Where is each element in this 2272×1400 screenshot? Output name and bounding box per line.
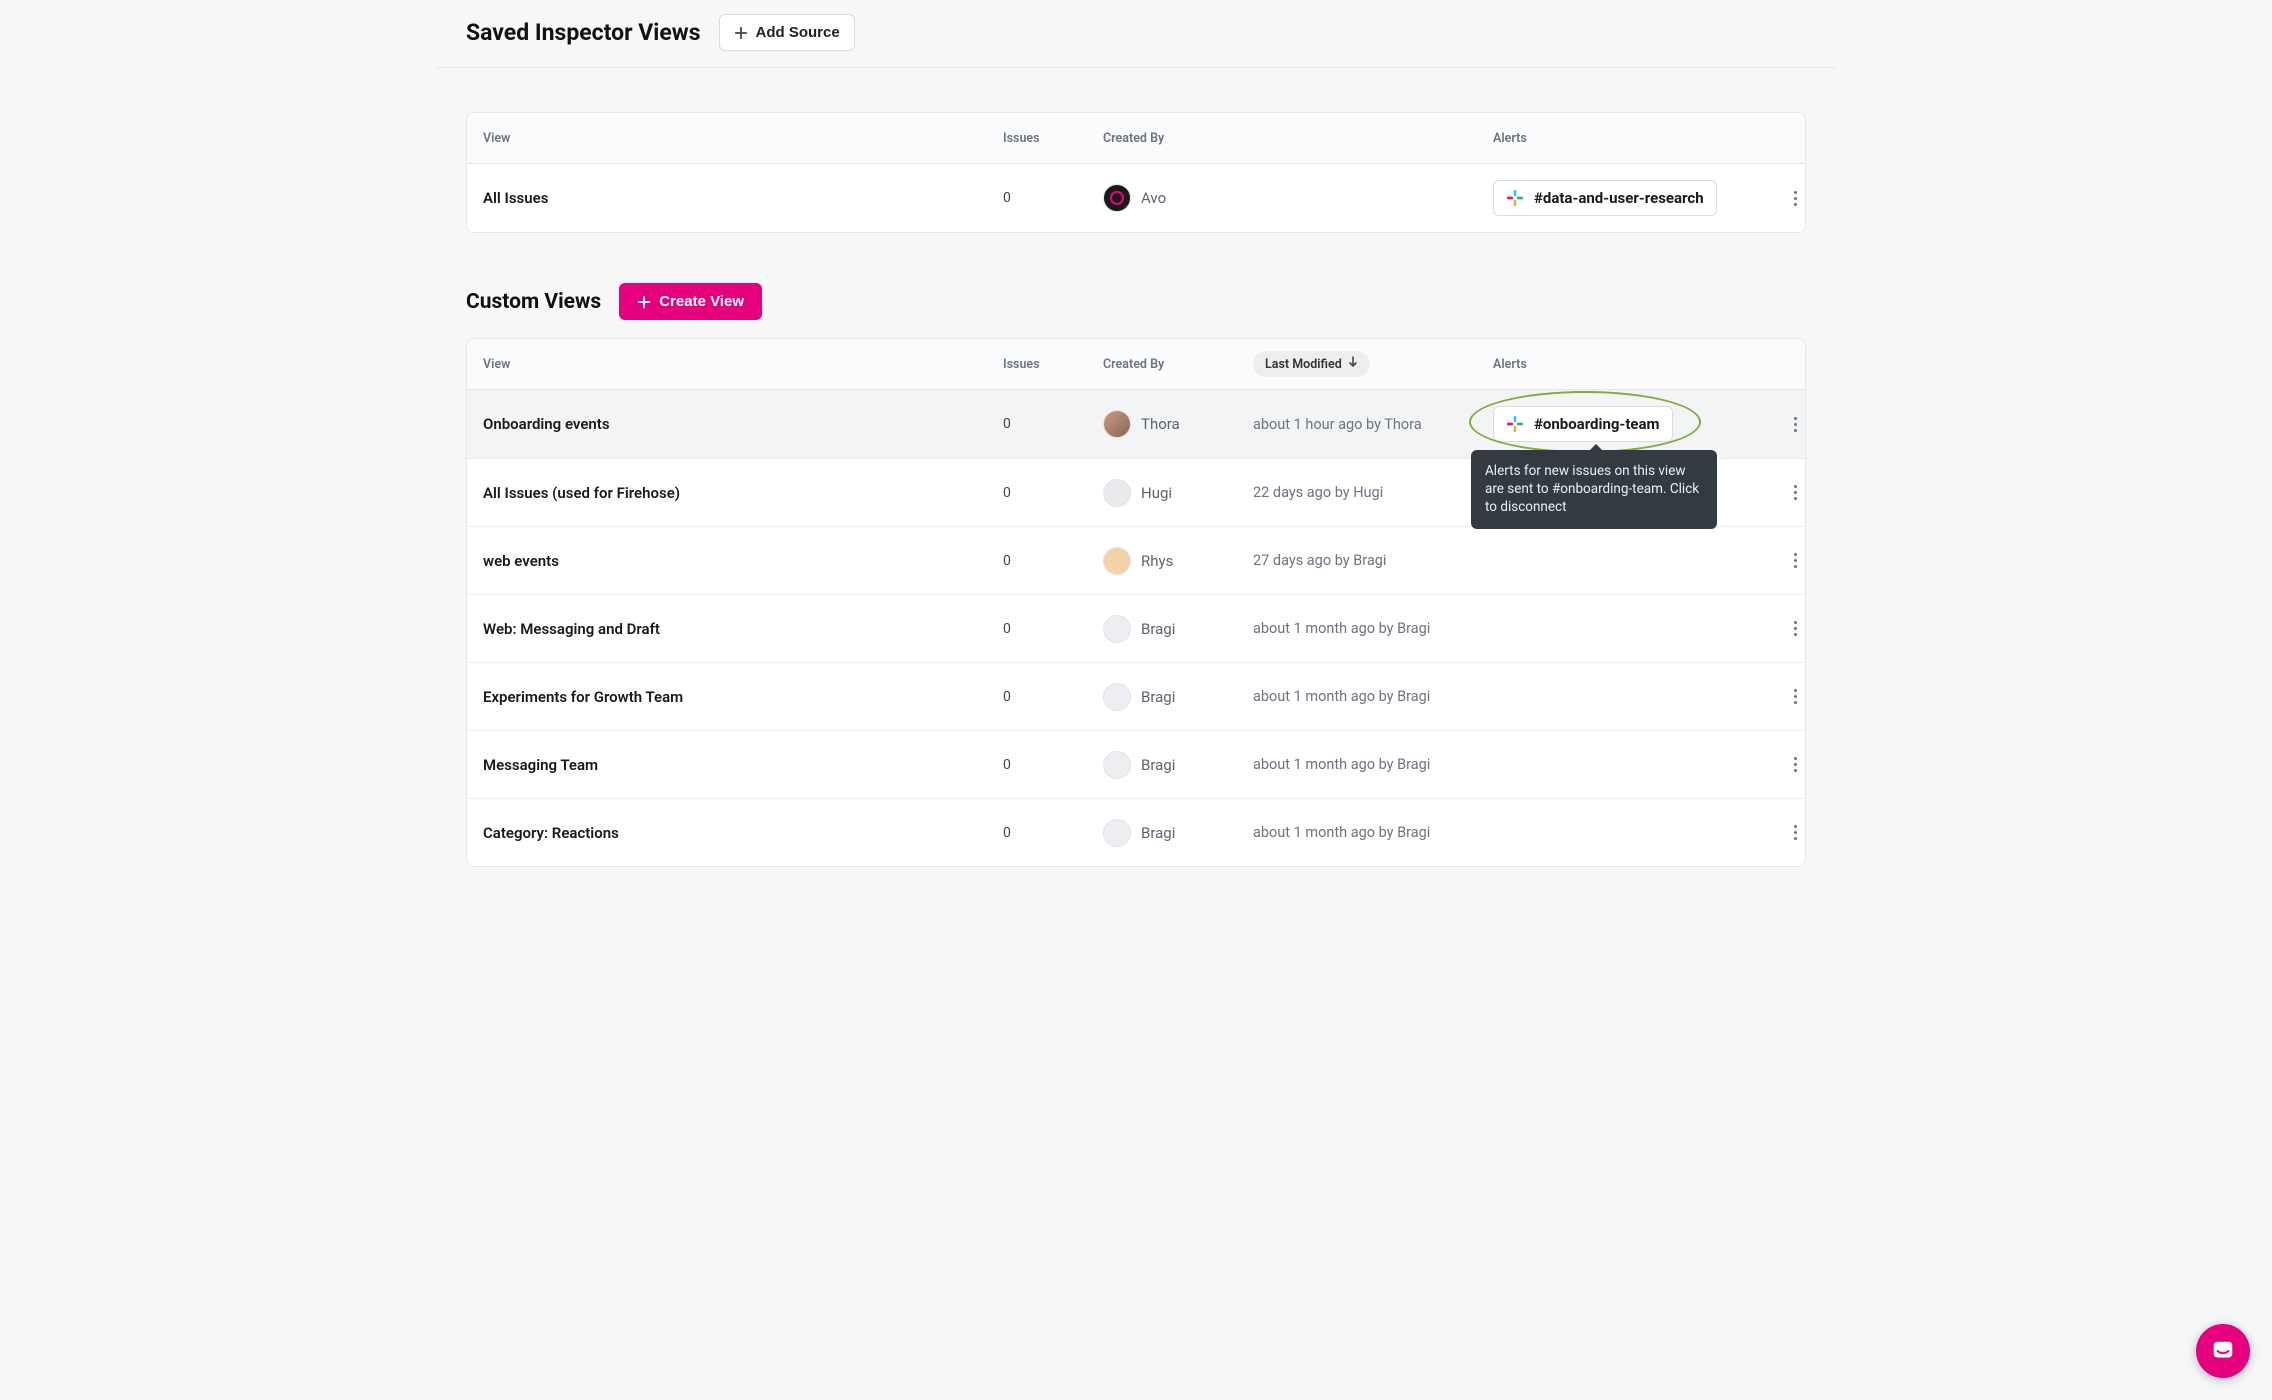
col-created-by: Created By [1103,131,1253,146]
avatar [1103,184,1131,212]
view-name: Onboarding events [483,415,1003,433]
page-title: Saved Inspector Views [466,19,701,46]
created-by: Bragi [1103,751,1253,779]
issues-count: 0 [1003,621,1103,637]
issues-count: 0 [1003,689,1103,705]
custom-views-title: Custom Views [466,290,601,314]
view-name: All Issues (used for Firehose) [483,484,1003,502]
issues-count: 0 [1003,485,1103,501]
avatar [1103,615,1131,643]
row-menu-button[interactable] [1783,685,1807,709]
intercom-button[interactable] [2196,1324,2250,1378]
created-by: Avo [1103,184,1253,212]
create-view-label: Create View [659,293,744,310]
avatar [1103,547,1131,575]
avatar [1103,683,1131,711]
table-row[interactable]: Category: Reactions0Bragiabout 1 month a… [467,798,1805,866]
row-menu-button[interactable] [1783,549,1807,573]
add-source-label: Add Source [756,24,840,41]
top-header: Saved Inspector Views Add Source [436,0,1836,68]
view-name: Category: Reactions [483,824,1003,842]
view-name: Web: Messaging and Draft [483,620,1003,638]
avatar [1103,479,1131,507]
col-alerts: Alerts [1493,131,1783,146]
saved-views-table: View Issues Created By Alerts All Issues… [466,112,1806,233]
last-modified: about 1 month ago by Bragi [1253,824,1493,841]
created-by: Bragi [1103,819,1253,847]
create-view-button[interactable]: Create View [619,283,762,320]
col-view: View [483,357,1003,372]
created-by: Rhys [1103,547,1253,575]
alert-chip[interactable]: #data-and-user-research [1493,180,1717,216]
table-row[interactable]: All Issues0Avo #data-and-user-research [467,164,1805,232]
view-name: Experiments for Growth Team [483,688,1003,706]
avatar [1103,751,1131,779]
issues-count: 0 [1003,190,1103,206]
avatar [1103,819,1131,847]
add-source-button[interactable]: Add Source [719,14,855,51]
view-name: Messaging Team [483,756,1003,774]
view-name: web events [483,552,1003,570]
alert-tooltip: Alerts for new issues on this view are s… [1471,450,1717,529]
view-name: All Issues [483,189,1003,207]
alerts-cell: #data-and-user-research [1493,180,1783,216]
col-alerts: Alerts [1493,357,1783,372]
row-menu-button[interactable] [1783,753,1807,777]
row-menu-button[interactable] [1783,186,1807,210]
slack-icon [1506,189,1524,207]
table-row[interactable]: Messaging Team0Bragiabout 1 month ago by… [467,730,1805,798]
table-row[interactable]: Onboarding events0Thoraabout 1 hour ago … [467,390,1805,458]
row-menu-button[interactable] [1783,617,1807,641]
col-issues: Issues [1003,131,1103,146]
last-modified: about 1 month ago by Bragi [1253,688,1493,705]
slack-icon [1506,415,1524,433]
last-modified: about 1 month ago by Bragi [1253,620,1493,637]
last-modified: about 1 hour ago by Thora [1253,416,1493,433]
created-by: Bragi [1103,683,1253,711]
issues-count: 0 [1003,757,1103,773]
col-issues: Issues [1003,357,1103,372]
custom-views-table: View Issues Created By Last Modified Ale… [466,338,1806,867]
issues-count: 0 [1003,825,1103,841]
last-modified: 27 days ago by Bragi [1253,552,1493,569]
intercom-icon [2210,1338,2236,1364]
last-modified: 22 days ago by Hugi [1253,484,1493,501]
created-by: Hugi [1103,479,1253,507]
custom-views-header: Custom Views Create View [466,283,1806,320]
arrow-down-icon [1348,356,1358,372]
created-by: Thora [1103,410,1253,438]
table-row[interactable]: Web: Messaging and Draft0Bragiabout 1 mo… [467,594,1805,662]
row-menu-button[interactable] [1783,821,1807,845]
col-view: View [483,131,1003,146]
issues-count: 0 [1003,553,1103,569]
alert-chip[interactable]: #onboarding-team [1493,406,1673,442]
plus-icon [734,26,748,40]
row-menu-button[interactable] [1783,481,1807,505]
issues-count: 0 [1003,416,1103,432]
plus-icon [637,295,651,309]
created-by: Bragi [1103,615,1253,643]
alerts-cell: #onboarding-teamAlerts for new issues on… [1493,406,1783,442]
last-modified: about 1 month ago by Bragi [1253,756,1493,773]
col-created-by: Created By [1103,357,1253,372]
col-last-modified[interactable]: Last Modified [1253,351,1493,377]
row-menu-button[interactable] [1783,412,1807,436]
table-row[interactable]: web events0Rhys27 days ago by Bragi [467,526,1805,594]
avatar [1103,410,1131,438]
table-row[interactable]: Experiments for Growth Team0Bragiabout 1… [467,662,1805,730]
